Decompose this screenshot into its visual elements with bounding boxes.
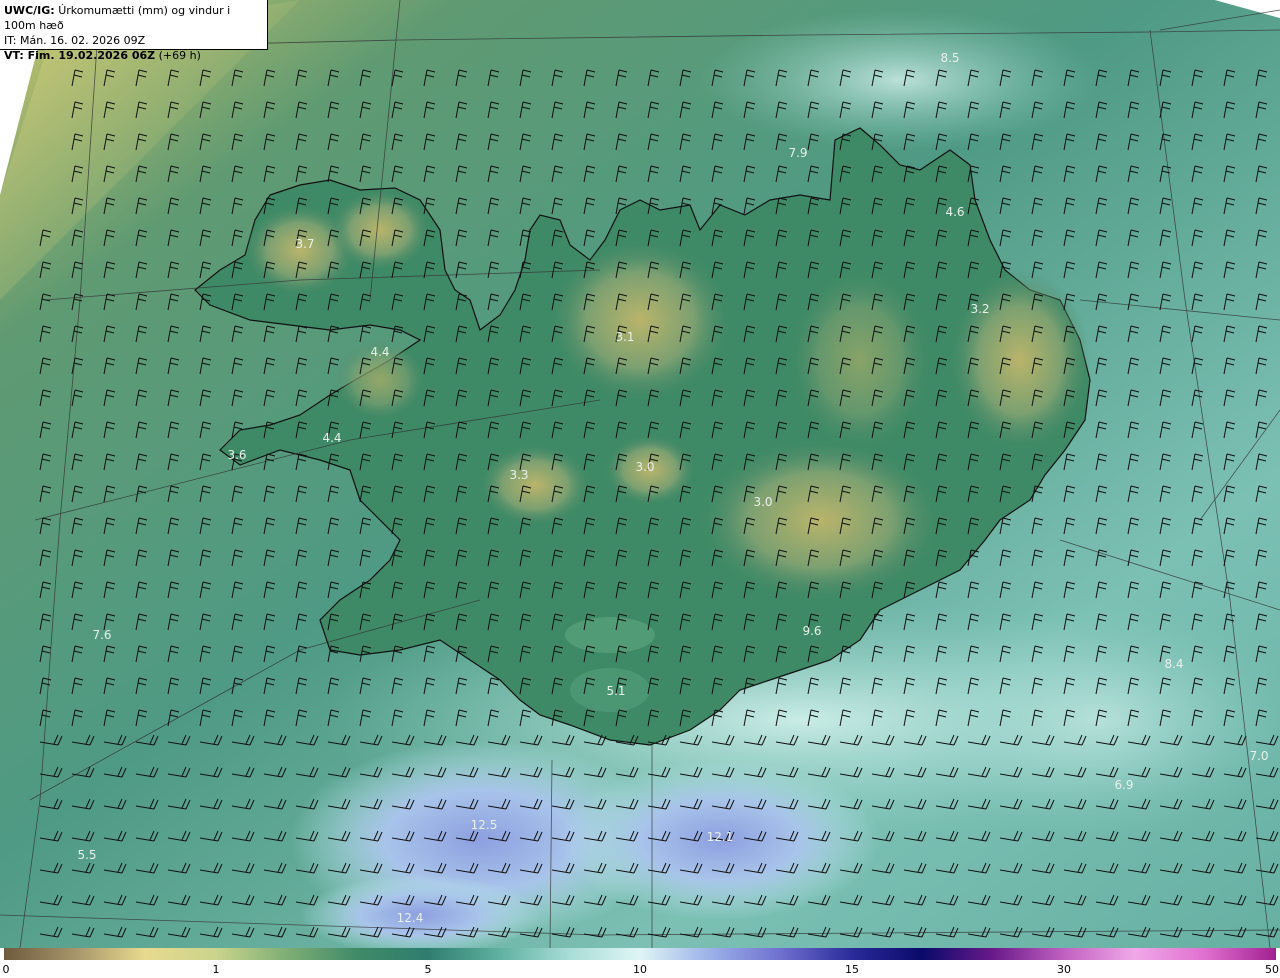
value-label: 3.0 [753,495,772,509]
colorbar-tick-label: 30 [1057,963,1071,976]
colorbar-tick-label: 15 [845,963,859,976]
colorbar-tick-label: 5 [424,963,432,976]
value-label: 5.1 [606,684,625,698]
value-label: 3.0 [635,460,654,474]
colorbar-tick-label: 10 [633,963,647,976]
colorbar-tick-label: 0 [2,963,10,976]
value-label: 12.1 [707,830,734,844]
value-label: 4.4 [370,345,389,359]
value-label: 3.3 [509,468,528,482]
weather-map: 8.5 7.9 4.6 3.7 3.2 3.1 4.4 4.4 3.6 3.0 3.3 3.0 9.6 7… [0,0,1280,948]
value-label: 3.2 [970,302,989,316]
value-label: 8.4 [1164,657,1183,671]
value-label: 3.1 [615,330,634,344]
value-label: 7.9 [788,146,807,160]
value-label: 7.0 [1249,749,1268,763]
value-label: 4.4 [322,431,341,445]
value-label: 3.7 [295,237,314,251]
value-label: 12.4 [397,911,424,925]
colorbar: 0 1 5 10 15 30 50 [0,948,1280,978]
colorbar-tick-label: 1 [212,963,220,976]
value-label: 12.5 [471,818,498,832]
colorbar-gradient [4,948,1276,960]
map-title-box: UWC/IG: Úrkomumætti (mm) og vindur i 100… [0,0,268,62]
value-label: 9.6 [802,624,821,638]
value-label: 8.5 [940,51,959,65]
colorbar-tick-label: 50 [1265,963,1279,976]
value-label: 3.6 [227,448,246,462]
value-label: 7.6 [92,628,111,642]
model-label: UWC/IG: [4,4,55,17]
valid-time: VT: Fim. 19.02.2026 06Z [4,49,156,62]
issue-time: IT: Mán. 16. 02. 2026 09Z [4,34,146,47]
value-label: 4.6 [945,205,964,219]
value-label: 6.9 [1114,778,1133,792]
colorbar-strip [4,948,1276,960]
value-label: 5.5 [77,848,96,862]
lead-time: (+69 h) [158,49,201,62]
